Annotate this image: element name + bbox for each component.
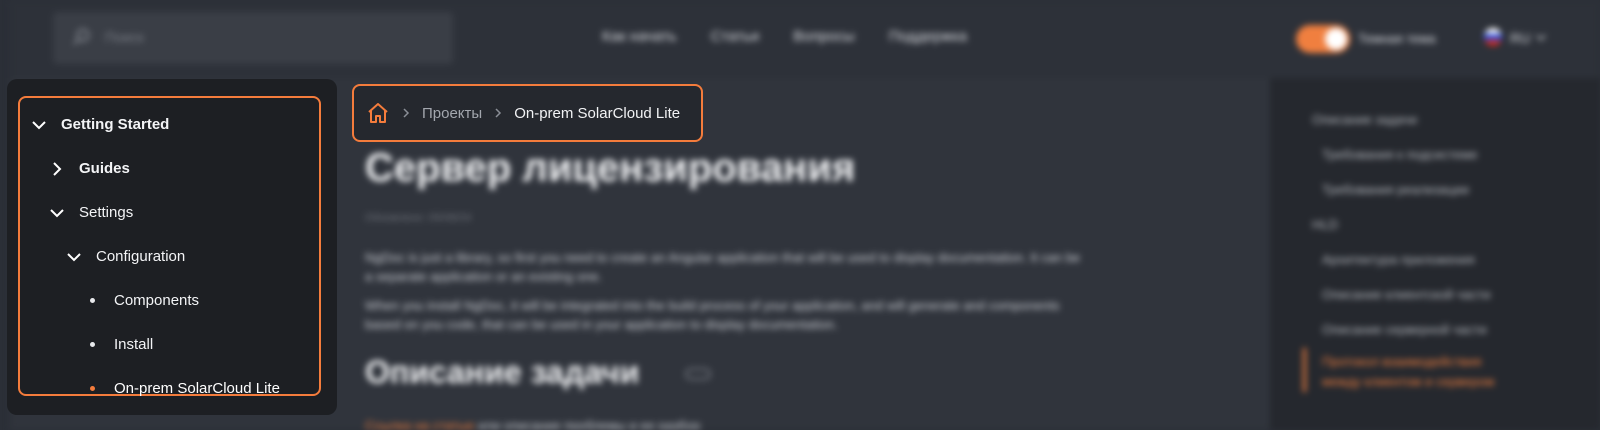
breadcrumb-item-current: On-prem SolarCloud Lite [514,104,681,122]
chevron-down-icon [1536,34,1546,41]
breadcrumb: Проекты On-prem SolarCloud Lite [352,84,703,142]
sidebar-item-components[interactable]: Components [84,292,199,309]
home-icon[interactable] [366,101,390,125]
top-navbar: Поиск Как начать Статьи Вопросы Поддержк… [10,0,1600,78]
sidebar-item-on-prem-solarcloud-lite[interactable]: On-prem SolarCloud Lite [84,380,280,397]
sidebar-item-label: On-prem SolarCloud Lite [114,380,280,397]
sidebar-item-label: Settings [79,204,134,221]
sidebar-item-label: Configuration [96,248,186,265]
bullet-icon [90,386,95,391]
nav-link-questions[interactable]: Вопросы [793,28,854,45]
language-select[interactable]: RU [1510,30,1530,46]
toc-active-indicator [1303,348,1306,392]
nav-link-articles[interactable]: Статьи [711,28,760,45]
bullet-icon [90,298,95,303]
paragraph: Ссылка на статью или описание проблемы и… [365,416,1085,430]
sidebar-item-getting-started[interactable]: Getting Started [31,116,169,133]
search-placeholder: Поиск [105,29,144,45]
chevron-right-icon [53,161,62,176]
paragraph: NgDoc is just a library, so first you ne… [365,250,1081,284]
breadcrumb-item-projects[interactable]: Проекты [422,105,482,122]
chevron-down-icon [67,252,81,261]
flag-icon [1484,28,1502,46]
sidebar-nav: Getting Started Guides Settings Configur… [7,79,337,415]
article-link[interactable]: Ссылка на статью [365,418,474,430]
toc-item-active[interactable]: Протокол взаимодействия [1322,352,1481,372]
anchor-link-icon[interactable] [685,368,711,380]
chevron-down-icon [32,120,46,129]
updated-date: Обновлено: 05/08/24 [365,212,472,224]
table-of-contents: Описание задачи Требования к подсистеме … [1270,78,1600,430]
sidebar-item-label: Guides [79,160,130,177]
sidebar-item-install[interactable]: Install [84,336,153,353]
chevron-right-icon [403,108,410,118]
section-title: Описание задачи [365,354,640,390]
search-icon [73,28,90,45]
toc-item[interactable]: Требования к подсистеме [1322,145,1478,165]
highlight-frame [18,96,321,396]
toc-item[interactable]: Описание задачи [1312,110,1417,130]
nav-link-start[interactable]: Как начать [602,28,677,45]
paragraph: When you install NgDoc, it will be integ… [365,298,1060,332]
theme-label: Темная тема [1358,31,1436,46]
toc-item[interactable]: Описание клиентской части [1322,285,1490,305]
main-nav: Как начать Статьи Вопросы Поддержка [602,28,967,45]
bullet-icon [90,342,95,347]
page-title: Сервер лицензирования [365,146,856,190]
toc-item[interactable]: Требования реализации [1322,180,1469,200]
sidebar-item-configuration[interactable]: Configuration [66,248,185,265]
toc-item[interactable]: HLD [1312,215,1338,235]
toc-item-active[interactable]: между клиентом и сервером [1322,372,1494,392]
sidebar-item-settings[interactable]: Settings [49,204,133,221]
sidebar-item-label: Components [114,292,200,309]
search-input[interactable]: Поиск [53,12,453,64]
theme-toggle[interactable] [1296,25,1350,53]
sidebar-item-label: Getting Started [61,116,170,133]
chevron-down-icon [50,208,64,217]
sidebar-item-label: Install [114,336,154,353]
toc-item[interactable]: Описание серверной части [1322,320,1487,340]
paragraph-text: или описание проблемы и ее разбор [478,418,701,430]
nav-link-support[interactable]: Поддержка [889,28,967,45]
chevron-right-icon [495,108,502,118]
sidebar-item-guides[interactable]: Guides [49,160,130,177]
toc-item[interactable]: Архитектура приложения [1322,250,1475,270]
